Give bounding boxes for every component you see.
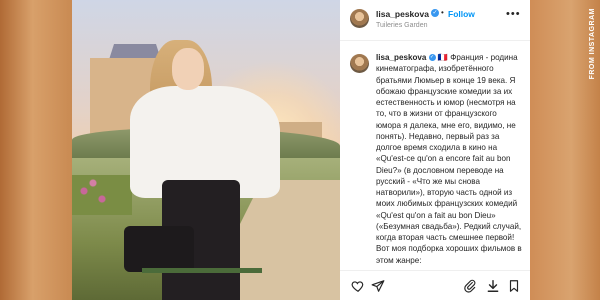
woman-face bbox=[172, 48, 204, 90]
more-options-icon[interactable]: ••• bbox=[506, 8, 521, 20]
verified-icon: ✓ bbox=[428, 54, 436, 62]
separator-dot: • bbox=[441, 8, 444, 17]
handbag bbox=[124, 226, 194, 272]
action-bar bbox=[340, 270, 530, 300]
garden-chair bbox=[142, 268, 262, 300]
share-icon[interactable] bbox=[371, 279, 385, 293]
bookmark-icon[interactable] bbox=[507, 279, 521, 293]
caption-username[interactable]: lisa_peskova bbox=[376, 53, 426, 62]
paperclip-icon[interactable] bbox=[463, 279, 477, 293]
heart-icon[interactable] bbox=[351, 279, 365, 293]
caption-text: 🇫🇷 Франция - родина кинематографа, изобр… bbox=[376, 53, 522, 268]
post-photo[interactable] bbox=[72, 0, 340, 300]
location-link[interactable]: Tuileries Garden bbox=[376, 22, 428, 29]
background-blur-left bbox=[0, 0, 72, 300]
avatar[interactable] bbox=[350, 9, 369, 28]
username-link[interactable]: lisa_peskova bbox=[376, 9, 429, 19]
caption: lisa_peskova ✓ 🇫🇷 Франция - родина кинем… bbox=[376, 52, 524, 268]
instagram-post: lisa_peskova ✓ • Follow Tuileries Garden… bbox=[72, 0, 530, 300]
caption-avatar[interactable] bbox=[350, 54, 369, 73]
follow-button[interactable]: Follow bbox=[448, 9, 475, 19]
download-icon[interactable] bbox=[486, 279, 500, 293]
verified-icon: ✓ bbox=[431, 9, 439, 17]
source-label: FROM INSTAGRAM bbox=[589, 8, 596, 80]
post-header: lisa_peskova ✓ • Follow Tuileries Garden… bbox=[340, 0, 530, 41]
post-sidebar: lisa_peskova ✓ • Follow Tuileries Garden… bbox=[340, 0, 530, 300]
flowers bbox=[72, 175, 132, 215]
